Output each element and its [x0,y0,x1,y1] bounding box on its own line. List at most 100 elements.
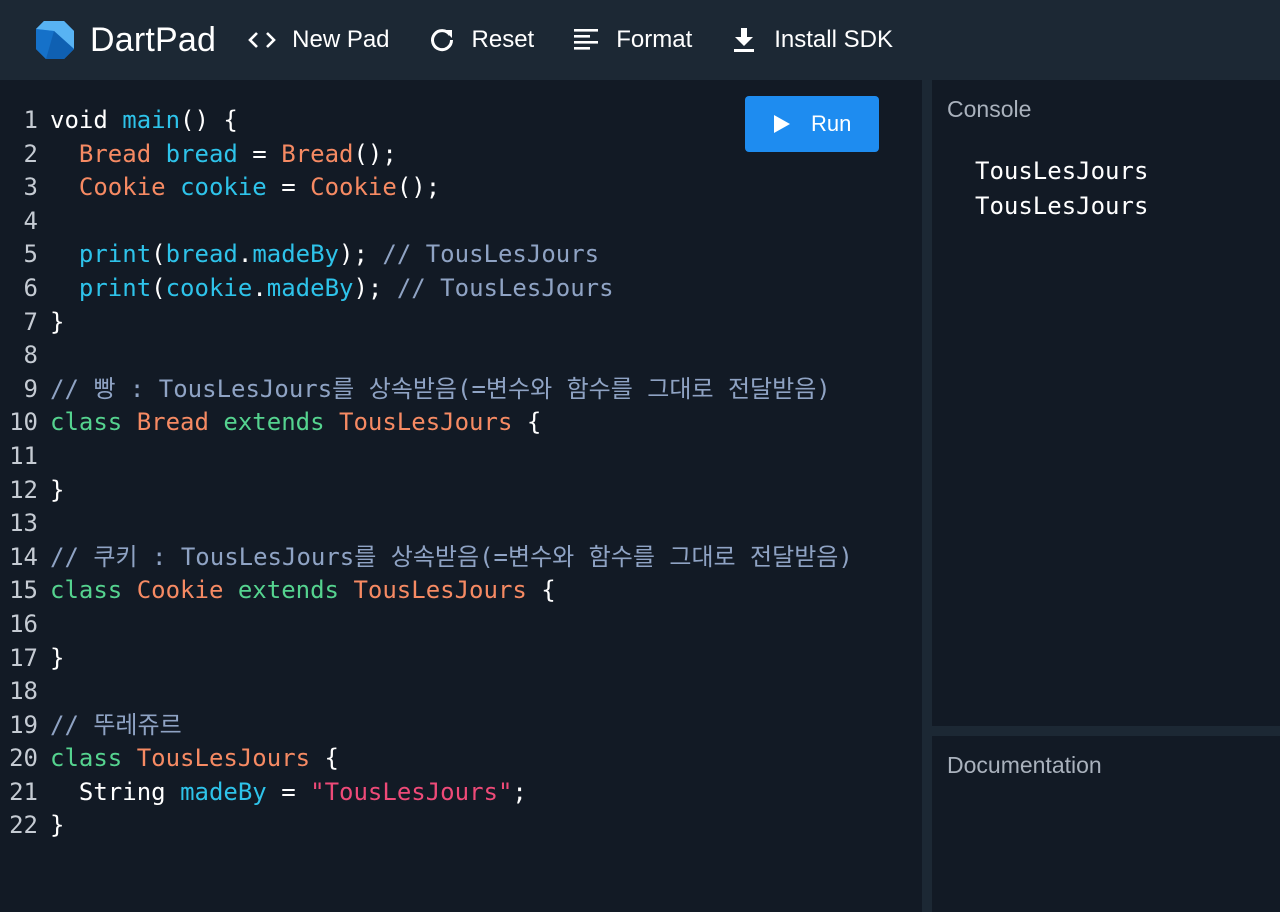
documentation-title: Documentation [947,752,1102,778]
vertical-splitter[interactable] [922,80,932,912]
code-token: String [78,777,166,806]
code-token: = [237,139,282,168]
code-line[interactable]: 10 class Bread extends TousLesJours { [0,406,853,440]
code-line[interactable]: 9 // 빵 : TousLesJours를 상속받음(=변수와 함수를 그대로 … [0,373,853,407]
line-number: 4 [23,206,38,235]
code-line[interactable]: 2 Bread bread = Bread(); [0,138,853,172]
code-line[interactable]: 6 print(cookie.madeBy); // TousLesJours [0,272,853,306]
code-token: extends [237,576,354,605]
line-source: class Cookie extends TousLesJours { [38,574,556,608]
code-line[interactable]: 1 void main() { [0,104,853,138]
line-number: 18 [9,677,38,706]
code-line[interactable]: 18 [0,675,853,709]
code-line[interactable]: 14 // 쿠키 : TousLesJours를 상속받음(=변수와 함수를 그대… [0,541,853,575]
code-token: } [50,643,65,672]
code-line[interactable]: 19 // 뚜레쥬르 [0,709,853,743]
code-token: madeBy [252,240,340,269]
line-number: 12 [9,475,38,504]
code-token: extends [223,408,339,437]
code-line[interactable]: 15 class Cookie extends TousLesJours { [0,574,853,608]
code-token: Cookie [310,173,397,202]
line-source [38,339,50,373]
documentation-panel: Documentation [932,736,1280,912]
dartpad-logo[interactable]: DartPad [34,19,216,61]
code-token: madeBy [180,777,267,806]
line-source: void main() { [38,104,238,138]
code-token: print [78,240,152,269]
line-source: // 쿠키 : TousLesJours를 상속받음(=변수와 함수를 그대로 … [38,541,853,575]
code-token: { [310,744,339,773]
console-panel: Console TousLesJours TousLesJours [932,80,1280,726]
download-icon [730,26,758,54]
code-line[interactable]: 12} [0,474,853,508]
reset-label: Reset [471,26,535,53]
horizontal-splitter[interactable] [932,726,1280,736]
format-align-icon [572,26,600,54]
code-token: class [50,408,137,437]
line-number: 5 [23,240,38,269]
code-token: bread [165,139,238,168]
code-token: (); [396,173,441,202]
code-token: = [266,173,311,202]
code-line[interactable]: 17} [0,642,853,676]
code-token: } [50,811,65,840]
new-pad-button[interactable]: New Pad [248,10,390,70]
run-button[interactable]: Run [745,96,879,152]
line-source: String madeBy = "TousLesJours"; [38,776,527,810]
line-number: 15 [9,576,38,605]
code-line[interactable]: 20 class TousLesJours { [0,742,853,776]
code-token: bread [165,240,238,269]
code-line[interactable]: 21 String madeBy = "TousLesJours"; [0,776,853,810]
code-line[interactable]: 22} [0,809,853,843]
code-token: { [526,576,556,605]
code-line[interactable]: 16 [0,608,853,642]
code-line[interactable]: 7} [0,306,853,340]
line-source: print(cookie.madeBy); // TousLesJours [38,272,614,306]
line-number: 7 [23,307,38,336]
line-source: print(bread.madeBy); // TousLesJours [38,238,599,272]
reset-button[interactable]: Reset [428,10,535,70]
line-source: // 빵 : TousLesJours를 상속받음(=변수와 함수를 그대로 전… [38,373,831,407]
code-token: } [50,307,65,336]
code-token: ); [339,240,383,269]
code-token: print [78,273,152,302]
line-source: class TousLesJours { [38,742,339,776]
line-source [38,675,50,709]
code-token: Bread [78,139,152,168]
play-icon [773,114,793,134]
code-token: () { [180,106,238,134]
code-token: cookie [180,173,267,202]
code-line[interactable]: 5 print(bread.madeBy); // TousLesJours [0,238,853,272]
line-number: 16 [9,609,38,638]
run-label: Run [811,111,852,136]
code-line[interactable]: 13 [0,507,853,541]
format-button[interactable]: Format [572,10,692,70]
code-token: // 빵 : TousLesJours를 상속받음(=변수와 함수를 그대로 전… [50,374,831,403]
code-line[interactable]: 8 [0,339,853,373]
line-number: 2 [23,139,38,168]
line-source: class Bread extends TousLesJours { [38,406,541,440]
app-title: DartPad [90,20,217,59]
code-line[interactable]: 4 [0,205,853,239]
install-sdk-button[interactable]: Install SDK [730,10,893,70]
code-token: main [122,106,181,134]
code-line[interactable]: 11 [0,440,853,474]
code-token: Bread [281,139,354,168]
code-token: ; [512,777,527,806]
line-source: Cookie cookie = Cookie(); [38,171,440,205]
code-line[interactable]: 3 Cookie cookie = Cookie(); [0,171,853,205]
code-token: TousLesJours [136,744,311,773]
code-token: . [252,273,267,302]
line-source: // 뚜레쥬르 [38,709,182,743]
code-lines[interactable]: 1 void main() {2 Bread bread = Bread(); 3 … [0,104,853,843]
code-editor[interactable]: 1 void main() {2 Bread bread = Bread(); 3 … [0,80,922,912]
line-number: 19 [9,710,38,739]
code-token: // TousLesJours [382,240,600,269]
line-source [38,608,50,642]
